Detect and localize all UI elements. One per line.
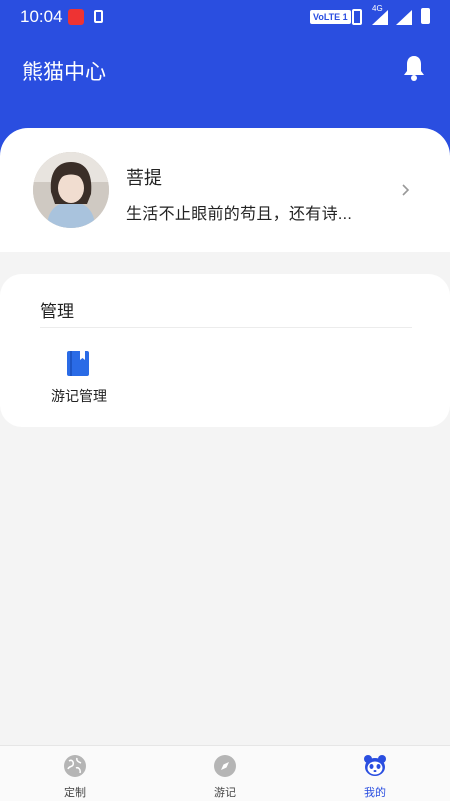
chevron-right-icon[interactable] — [400, 184, 412, 196]
bottom-tab-bar: 定制 游记 我的 — [0, 745, 450, 801]
divider — [40, 327, 412, 328]
profile-card[interactable]: 菩提 生活不止眼前的苟且，还有诗... — [0, 128, 450, 252]
avatar-image — [33, 152, 109, 228]
management-title: 管理 — [40, 302, 74, 321]
tab-mine[interactable]: 我的 — [345, 752, 405, 800]
travel-notes-management-button[interactable]: 游记管理 — [44, 348, 114, 412]
tab-customize[interactable]: 定制 — [45, 752, 105, 800]
sim-notification-icon — [94, 10, 103, 23]
volte-badge: VoLTE 1 — [310, 10, 351, 24]
compass-icon — [214, 755, 236, 777]
status-bar: 10:04 VoLTE 1 4G — [0, 0, 450, 34]
signal-icon — [372, 10, 388, 25]
app-notification-icon — [68, 9, 84, 25]
tab-travel-notes-label: 游记 — [214, 787, 236, 799]
tab-mine-label: 我的 — [364, 787, 386, 799]
bell-icon[interactable] — [402, 54, 426, 82]
tab-travel-notes[interactable]: 游记 — [195, 752, 255, 800]
page-title: 熊猫中心 — [22, 61, 106, 84]
battery-icon — [421, 8, 430, 24]
book-icon — [67, 351, 89, 376]
status-time: 10:04 — [20, 7, 63, 26]
signal-icon-2 — [396, 10, 412, 25]
avatar[interactable] — [33, 152, 109, 228]
globe-icon — [64, 755, 86, 777]
user-bio: 生活不止眼前的苟且，还有诗... — [126, 206, 353, 223]
travel-notes-management-label: 游记管理 — [51, 388, 107, 404]
vibrate-icon — [352, 9, 362, 25]
management-card: 管理 游记管理 — [0, 274, 450, 427]
tab-customize-label: 定制 — [64, 787, 86, 799]
panda-icon — [364, 755, 386, 776]
user-name: 菩提 — [126, 168, 162, 188]
